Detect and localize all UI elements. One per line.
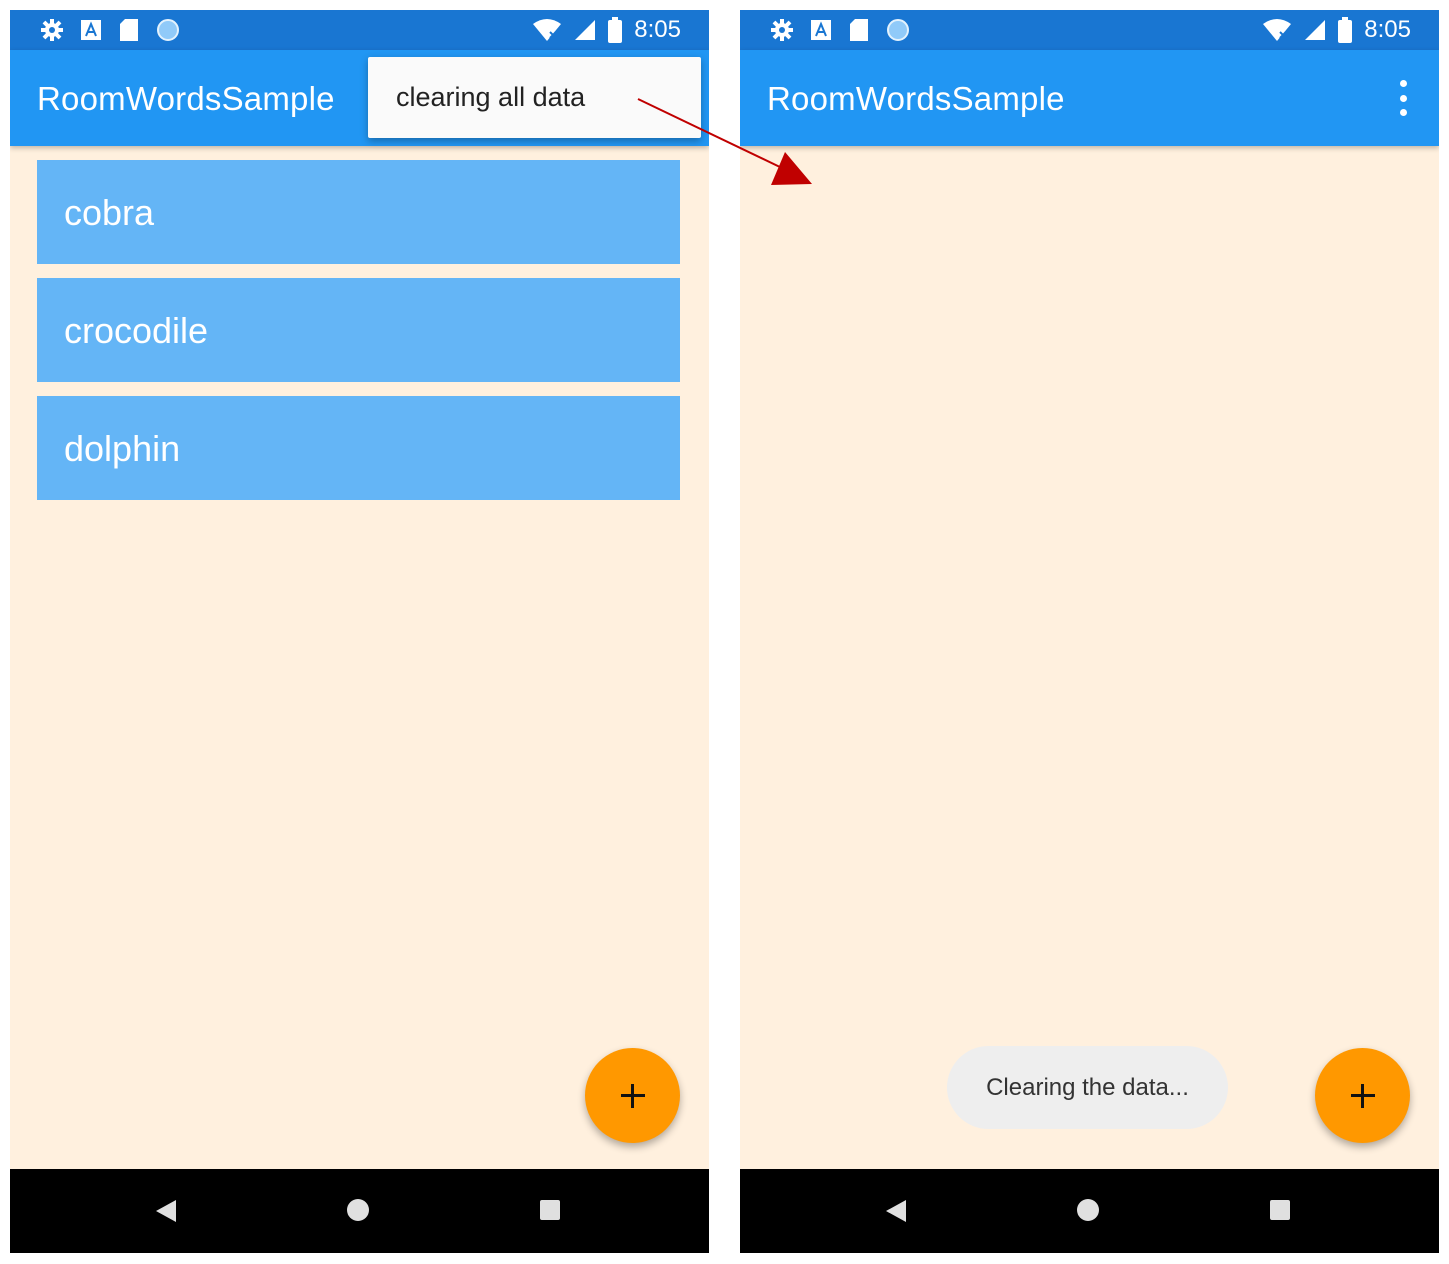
add-word-fab[interactable]: [585, 1048, 680, 1143]
more-vert-icon[interactable]: [1397, 80, 1409, 116]
back-icon[interactable]: [155, 1199, 177, 1223]
signal-icon: [575, 20, 596, 40]
signal-icon: [1305, 20, 1326, 40]
wifi-icon: [533, 19, 562, 41]
wifi-icon: [1263, 19, 1292, 41]
phone-screen-after: 8:05 RoomWordsSample Clearing the data..…: [740, 10, 1439, 1253]
status-time: 8:05: [1364, 16, 1411, 43]
a-icon: [81, 20, 101, 40]
back-icon[interactable]: [885, 1199, 907, 1223]
list-item[interactable]: crocodile: [37, 278, 680, 382]
battery-icon: [608, 17, 623, 43]
home-icon[interactable]: [1077, 1199, 1099, 1221]
gear-icon: [41, 19, 63, 41]
recents-icon[interactable]: [540, 1200, 560, 1220]
sd-card-icon: [120, 19, 138, 41]
circle-icon: [157, 19, 179, 41]
toast: Clearing the data...: [947, 1046, 1228, 1129]
word-text: dolphin: [64, 428, 181, 469]
status-bar: 8:05: [10, 10, 709, 50]
word-list: cobra crocodile dolphin: [37, 160, 680, 514]
navigation-bar: [10, 1169, 709, 1253]
list-item[interactable]: cobra: [37, 160, 680, 264]
status-time: 8:05: [634, 16, 681, 43]
overflow-popup-menu: clearing all data: [368, 57, 701, 138]
app-title: RoomWordsSample: [767, 80, 1065, 117]
menu-item-clear-all[interactable]: clearing all data: [396, 81, 585, 113]
gear-icon: [771, 19, 793, 41]
phone-screen-before: 8:05 RoomWordsSample clearing all data c…: [10, 10, 709, 1253]
navigation-bar: [740, 1169, 1439, 1253]
status-bar: 8:05: [740, 10, 1439, 50]
app-title: RoomWordsSample: [37, 80, 335, 117]
circle-icon: [887, 19, 909, 41]
word-text: cobra: [64, 192, 155, 233]
battery-icon: [1338, 17, 1353, 43]
a-icon: [811, 20, 831, 40]
recents-icon[interactable]: [1270, 1200, 1290, 1220]
word-text: crocodile: [64, 310, 209, 351]
home-icon[interactable]: [347, 1199, 369, 1221]
app-bar: RoomWordsSample: [740, 50, 1439, 146]
toast-message: Clearing the data...: [986, 1074, 1189, 1101]
list-item[interactable]: dolphin: [37, 396, 680, 500]
add-word-fab[interactable]: [1315, 1048, 1410, 1143]
sd-card-icon: [850, 19, 868, 41]
